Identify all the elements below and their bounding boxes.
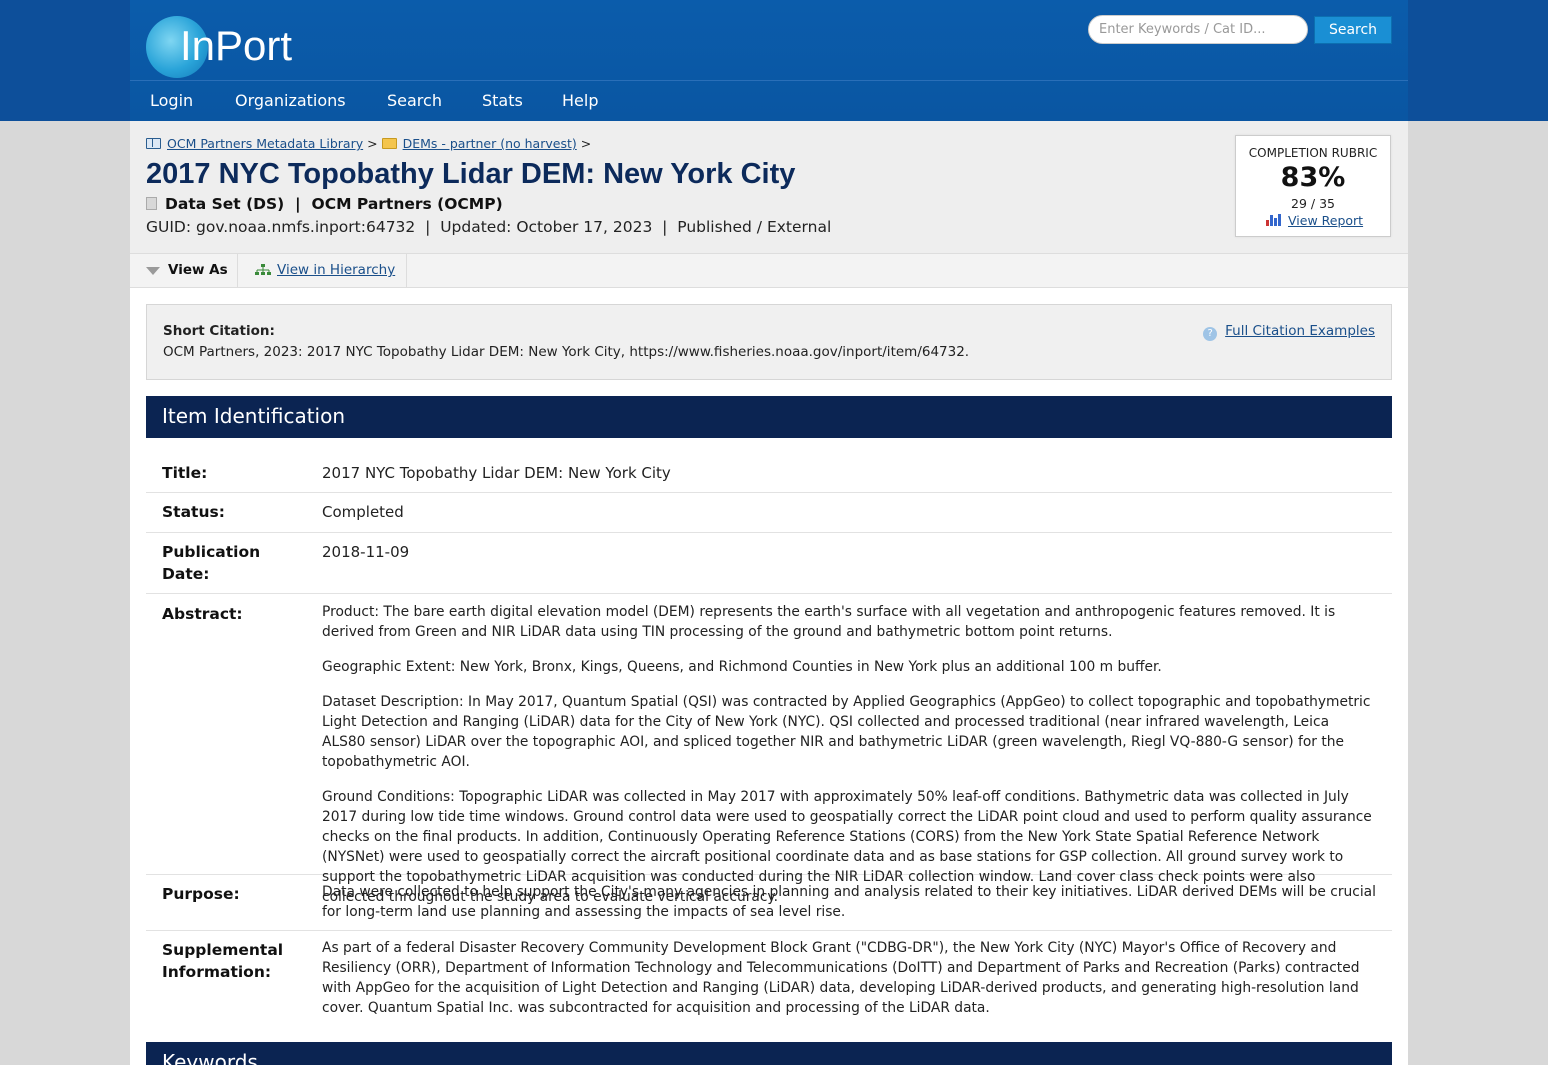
field-label: Status: <box>162 503 225 521</box>
field-row-purpose: Purpose: Data were collected to help sup… <box>146 875 1392 931</box>
dataset-icon <box>146 197 157 210</box>
field-value: 2018-11-09 <box>322 543 410 561</box>
citation-label: Short Citation: <box>163 323 275 339</box>
section-item-identification: Item Identification <box>146 396 1392 438</box>
field-row-publication-date: Publication Date: 2018-11-09 <box>146 533 1392 594</box>
field-label: Title: <box>162 464 208 482</box>
breadcrumb-folder-link[interactable]: DEMs - partner (no harvest) <box>403 136 577 151</box>
field-label-line: Publication <box>162 543 261 561</box>
inport-logo[interactable]: InPort <box>146 14 292 80</box>
folder-icon <box>381 138 397 149</box>
field-row-title: Title: 2017 NYC Topobathy Lidar DEM: New… <box>146 453 1392 493</box>
view-report-label[interactable]: View Report <box>1288 213 1363 228</box>
item-title-bar: OCM Partners Metadata Library > DEMs - p… <box>130 121 1408 253</box>
abstract-paragraph: Geographic Extent: New York, Bronx, King… <box>322 659 1162 675</box>
logo-text: InPort <box>180 22 293 69</box>
short-citation-box: Short Citation: OCM Partners, 2023: 2017… <box>146 304 1392 380</box>
abstract-paragraph: Product: The bare earth digital elevatio… <box>322 604 1336 640</box>
view-hierarchy-label[interactable]: View in Hierarchy <box>277 262 395 278</box>
full-citation-label[interactable]: Full Citation Examples <box>1225 323 1375 339</box>
view-hierarchy-link[interactable]: View in Hierarchy <box>239 254 407 287</box>
breadcrumb-separator: > <box>580 136 592 151</box>
abstract-paragraph: Dataset Description: In May 2017, Quantu… <box>322 694 1371 770</box>
page-title: 2017 NYC Topobathy Lidar DEM: New York C… <box>146 158 796 190</box>
rubric-label: COMPLETION RUBRIC <box>1248 146 1378 160</box>
field-value: Data were collected to help support the … <box>322 884 1376 920</box>
field-label-line: Date: <box>162 565 210 583</box>
field-value: Completed <box>322 503 404 521</box>
site-header: InPort Enter Keywords / Cat ID... Search… <box>130 0 1408 121</box>
bar-chart-icon <box>1266 214 1282 226</box>
field-row-abstract: Abstract: Product: The bare earth digita… <box>146 594 1392 905</box>
completion-rubric: COMPLETION RUBRIC 83% 29 / 35 View Repor… <box>1235 135 1391 237</box>
nav-login[interactable]: Login <box>150 91 193 110</box>
hierarchy-icon <box>255 264 271 275</box>
nav-organizations[interactable]: Organizations <box>235 91 346 110</box>
view-report-link[interactable]: View Report <box>1266 213 1363 228</box>
search-input[interactable]: Enter Keywords / Cat ID... <box>1088 15 1308 44</box>
field-value: 2017 NYC Topobathy Lidar DEM: New York C… <box>322 464 671 482</box>
help-icon: ? <box>1203 327 1218 341</box>
item-type-text: Data Set (DS) | OCM Partners (OCMP) <box>165 195 503 213</box>
field-label-line: Information: <box>162 963 272 981</box>
main-content: OCM Partners Metadata Library > DEMs - p… <box>130 121 1408 1065</box>
view-as-label: View As <box>168 262 228 278</box>
dropdown-triangle-icon <box>146 267 160 275</box>
field-label: Abstract: <box>162 605 243 623</box>
breadcrumb-library-link[interactable]: OCM Partners Metadata Library <box>167 136 363 151</box>
field-label: Supplemental Information: <box>162 939 283 983</box>
full-citation-link[interactable]: ? Full Citation Examples <box>1203 323 1375 341</box>
view-as-dropdown[interactable]: View As <box>130 254 238 287</box>
field-row-status: Status: Completed <box>146 493 1392 533</box>
main-nav: Login Organizations Search Stats Help <box>130 80 1408 121</box>
section-keywords: Keywords <box>146 1042 1392 1065</box>
breadcrumb: OCM Partners Metadata Library > DEMs - p… <box>146 136 591 151</box>
view-toolbar: View As View in Hierarchy <box>130 253 1408 288</box>
item-type-line: Data Set (DS) | OCM Partners (OCMP) <box>146 195 503 213</box>
nav-stats[interactable]: Stats <box>482 91 523 110</box>
nav-help[interactable]: Help <box>562 91 598 110</box>
rubric-percent: 83% <box>1280 162 1346 193</box>
citation-text: OCM Partners, 2023: 2017 NYC Topobathy L… <box>163 344 970 360</box>
item-meta-line: GUID: gov.noaa.nmfs.inport:64732 | Updat… <box>146 218 832 236</box>
abstract-text: Product: The bare earth digital elevatio… <box>322 602 1376 922</box>
field-label: Purpose: <box>162 885 240 903</box>
rubric-count: 29 / 35 <box>1291 196 1335 211</box>
field-value: As part of a federal Disaster Recovery C… <box>322 940 1360 1016</box>
breadcrumb-separator: > <box>367 136 378 151</box>
field-label-line: Supplemental <box>162 941 284 959</box>
field-row-supplemental-information: Supplemental Information: As part of a f… <box>146 931 1392 1029</box>
nav-search[interactable]: Search <box>387 91 442 110</box>
library-book-icon <box>146 138 161 149</box>
field-label: Publication Date: <box>162 541 260 585</box>
search-button[interactable]: Search <box>1314 16 1392 44</box>
